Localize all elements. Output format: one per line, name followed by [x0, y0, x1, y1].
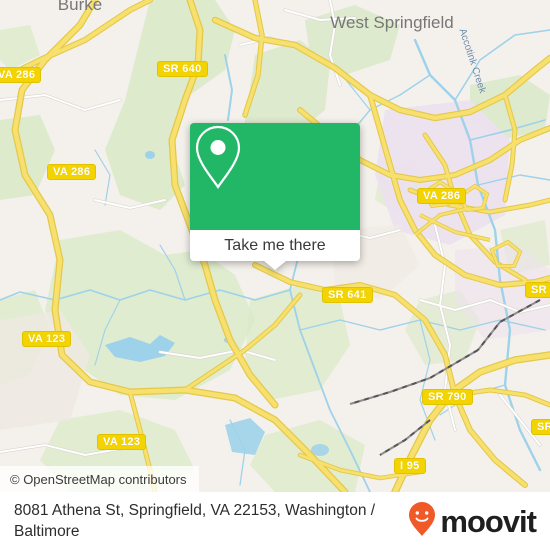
moovit-pin-icon — [407, 501, 437, 542]
road-shield-sr-640: SR 640 — [157, 61, 208, 77]
address-label: 8081 Athena St, Springfield, VA 22153, W… — [14, 502, 376, 540]
moovit-wordmark: moovit — [440, 503, 537, 539]
road-shield-va-123-lower: VA 123 — [97, 434, 147, 450]
road-shield-sr-790: SR 790 — [422, 389, 473, 405]
location-popup[interactable]: Take me there — [190, 123, 360, 270]
road-shield-va-286-right: VA 286 — [417, 188, 467, 204]
road-shield-sr-right-upper: SR — [525, 282, 550, 298]
road-shield-i-95: I 95 — [394, 458, 426, 474]
road-shield-va-123-upper: VA 123 — [22, 331, 72, 347]
road-shield-sr-right-lower: SR — [531, 419, 550, 435]
road-shield-va-286-left: VA 286 — [47, 164, 97, 180]
map-attribution-text: © OpenStreetMap contributors — [10, 471, 187, 487]
map-canvas[interactable]: Burke West Springfield Accotink Creek VA… — [0, 0, 550, 492]
moovit-map-screen: Burke West Springfield Accotink Creek VA… — [0, 0, 550, 550]
popup-header — [190, 123, 360, 230]
road-shield-sr-641: SR 641 — [322, 287, 373, 303]
take-me-there-label: Take me there — [224, 236, 326, 254]
map-attribution[interactable]: © OpenStreetMap contributors — [0, 466, 199, 492]
moovit-logo[interactable]: moovit — [407, 501, 537, 542]
take-me-there-button[interactable]: Take me there — [190, 230, 360, 261]
road-shield-va-286-west: VA 286 — [0, 67, 42, 83]
footer-bar: 8081 Athena St, Springfield, VA 22153, W… — [0, 492, 550, 550]
popup-pointer-tail — [264, 261, 286, 270]
